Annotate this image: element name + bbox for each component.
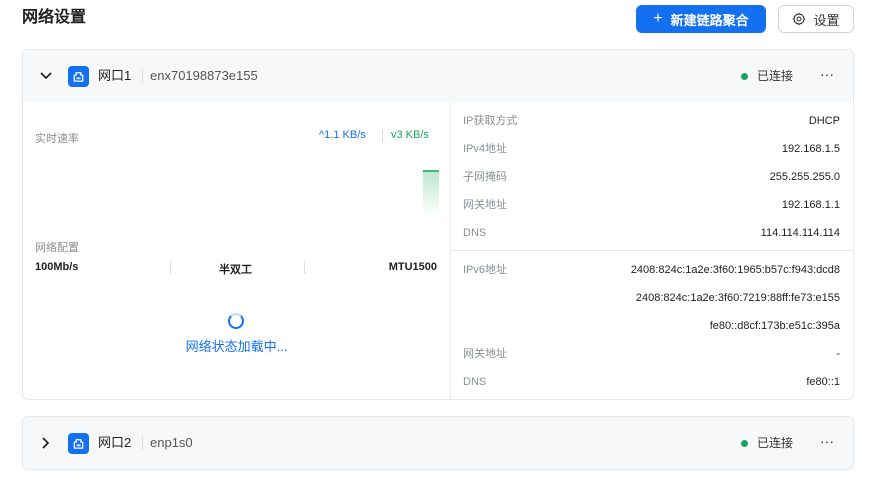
- ipv6-dns-row: DNS fe80::1: [463, 375, 840, 389]
- ipv6-dns-label: DNS: [463, 376, 487, 388]
- ipv6-address-value: 2408:824c:1a2e:3f60:7219:88ff:fe73:e155: [635, 292, 840, 304]
- mtu-value: MTU1500: [388, 261, 437, 273]
- loading-text: 网络状态加载中...: [185, 339, 288, 354]
- ipv6-address-value: fe80::d8cf:173b:e51c:395a: [709, 320, 840, 332]
- port-ip-panel: IP获取方式 DHCP IPv4地址 192.168.1.5 子网掩码 255.…: [450, 102, 853, 399]
- dns-label: DNS: [463, 227, 487, 239]
- ipv6-address-row: IPv6地址 2408:824c:1a2e:3f60:1965:b57c:f94…: [463, 263, 840, 277]
- new-bond-label: 新建链路聚合: [670, 12, 749, 28]
- status-text: 已连接: [757, 69, 794, 83]
- link-speed: 100Mb/s: [35, 261, 79, 273]
- ipv6-dns-value: fe80::1: [806, 376, 840, 388]
- gateway-value: 192.168.1.1: [781, 199, 840, 211]
- gear-icon: [793, 12, 806, 26]
- page-title: 网络设置: [22, 9, 87, 26]
- ipv6-gateway-label: 网关地址: [463, 348, 507, 360]
- divider: [142, 436, 143, 450]
- plus-icon: +: [653, 10, 663, 27]
- divider: [170, 261, 171, 274]
- port-name: 网口1: [98, 68, 132, 83]
- ipv6-gateway-value: -: [836, 348, 840, 360]
- status-text: 已连接: [757, 436, 794, 450]
- ipv4-address-row: IPv4地址 192.168.1.5: [463, 142, 840, 156]
- ethernet-port-icon: [68, 66, 89, 87]
- ethernet-port-icon: [68, 433, 89, 454]
- port-card-1: 网口1 enx70198873e155 已连接 ··· 实时速率 ^1.1 KB…: [22, 49, 854, 400]
- divider: [304, 261, 305, 274]
- ipv6-address-value: 2408:824c:1a2e:3f60:1965:b57c:f943:dcd8: [630, 264, 840, 276]
- more-horizontal-icon[interactable]: ···: [819, 67, 835, 83]
- status-badge: 已连接: [741, 436, 793, 450]
- ip-method-label: IP获取方式: [463, 115, 518, 127]
- ip-method-value: DHCP: [808, 115, 840, 127]
- ipv6-gateway-row: 网关地址 -: [463, 347, 840, 361]
- gateway-row: 网关地址 192.168.1.1: [463, 198, 840, 212]
- port-card-header[interactable]: 网口2 enp1s0 已连接 ···: [23, 417, 853, 469]
- dns-row: DNS 114.114.114.114: [463, 226, 840, 240]
- dns-value: 114.114.114.114: [760, 227, 840, 239]
- ipv6-address-row: fe80::d8cf:173b:e51c:395a: [463, 319, 840, 333]
- realtime-speed-label: 实时速率: [35, 133, 79, 145]
- gateway-label: 网关地址: [463, 199, 507, 211]
- subnet-mask-value: 255.255.255.0: [769, 171, 840, 183]
- ip-method-row: IP获取方式 DHCP: [463, 114, 840, 128]
- ipv4-address-value: 192.168.1.5: [781, 143, 840, 155]
- section-divider: [451, 250, 853, 251]
- status-dot: [741, 72, 748, 80]
- port-card-header[interactable]: 网口1 enx70198873e155 已连接 ···: [23, 50, 853, 102]
- download-speed: v3 KB/s: [391, 129, 429, 141]
- upload-speed: ^1.1 KB/s: [319, 129, 366, 141]
- chevron-down-icon[interactable]: [39, 69, 53, 83]
- status-dot: [741, 439, 748, 447]
- subnet-mask-row: 子网掩码 255.255.255.0: [463, 170, 840, 184]
- ipv6-address-label: IPv6地址: [463, 264, 508, 276]
- port-stats-panel: 实时速率 ^1.1 KB/s v3 KB/s 网络配置 100Mb/s 半双工 …: [23, 102, 450, 399]
- more-horizontal-icon[interactable]: ···: [819, 434, 835, 450]
- status-badge: 已连接: [741, 69, 793, 83]
- port-card-2: 网口2 enp1s0 已连接 ···: [22, 416, 854, 470]
- settings-button[interactable]: 设置: [778, 5, 854, 33]
- port-device: enx70198873e155: [150, 68, 258, 83]
- page-header: 网络设置 + 新建链路聚合 设置: [0, 0, 872, 40]
- chevron-right-icon[interactable]: [39, 436, 53, 450]
- subnet-mask-label: 子网掩码: [463, 171, 507, 183]
- port-name: 网口2: [98, 435, 132, 450]
- new-bond-button[interactable]: + 新建链路聚合: [636, 5, 766, 33]
- settings-label: 设置: [813, 12, 840, 28]
- divider: [142, 69, 143, 83]
- spinner-icon: [228, 313, 244, 329]
- speed-sparkline: [423, 170, 439, 216]
- duplex-mode: 半双工: [219, 264, 252, 276]
- ipv4-address-label: IPv4地址: [463, 143, 508, 155]
- ipv6-address-row: 2408:824c:1a2e:3f60:7219:88ff:fe73:e155: [463, 291, 840, 305]
- divider: [382, 130, 383, 142]
- port-device: enp1s0: [150, 435, 193, 450]
- network-config-label: 网络配置: [35, 242, 79, 254]
